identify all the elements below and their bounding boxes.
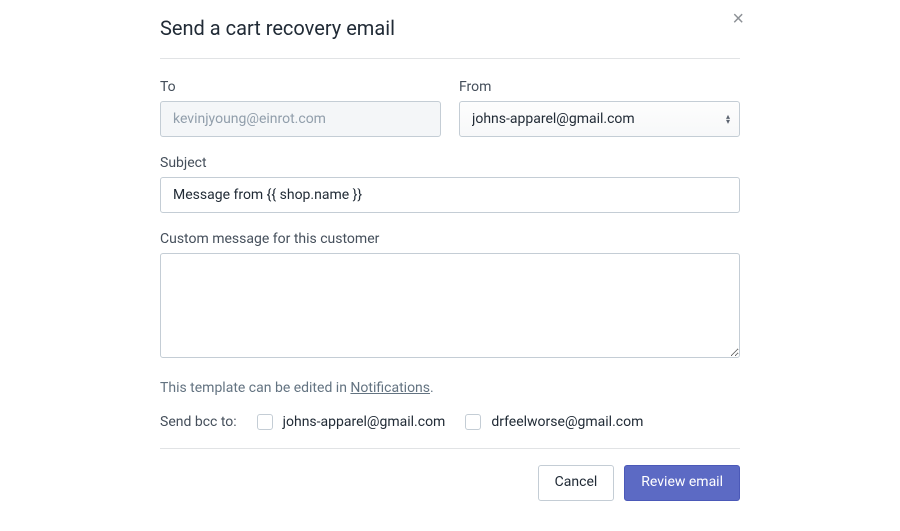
from-select[interactable]: johns-apparel@gmail.com bbox=[459, 101, 740, 137]
from-label: From bbox=[459, 79, 740, 95]
bcc-row: Send bcc to: johns-apparel@gmail.com drf… bbox=[160, 414, 740, 430]
bcc-lead-label: Send bcc to: bbox=[160, 414, 237, 430]
close-icon[interactable]: × bbox=[726, 8, 750, 30]
bcc-checkbox-2[interactable] bbox=[465, 414, 481, 430]
custom-message-label: Custom message for this customer bbox=[160, 231, 740, 247]
notifications-link[interactable]: Notifications bbox=[350, 380, 430, 396]
modal-title: Send a cart recovery email bbox=[160, 16, 395, 40]
bcc-option-label: johns-apparel@gmail.com bbox=[283, 414, 446, 430]
cancel-button[interactable]: Cancel bbox=[538, 465, 615, 500]
review-email-button[interactable]: Review email bbox=[624, 465, 740, 500]
bcc-checkbox-1[interactable] bbox=[257, 414, 273, 430]
template-note-prefix: This template can be edited in bbox=[160, 380, 350, 396]
subject-input[interactable] bbox=[160, 177, 740, 213]
to-input bbox=[160, 101, 441, 137]
custom-message-textarea[interactable] bbox=[160, 253, 740, 358]
template-note-suffix: . bbox=[430, 380, 434, 396]
template-note: This template can be edited in Notificat… bbox=[160, 380, 740, 396]
bcc-option-label: drfeelworse@gmail.com bbox=[491, 414, 643, 430]
subject-label: Subject bbox=[160, 155, 740, 171]
to-label: To bbox=[160, 79, 441, 95]
modal-body: To From johns-apparel@gmail.com ▴▾ Subje… bbox=[160, 59, 740, 449]
cart-recovery-email-modal: Send a cart recovery email × To From joh… bbox=[0, 0, 900, 521]
bcc-option: drfeelworse@gmail.com bbox=[465, 414, 643, 430]
modal-footer: Cancel Review email bbox=[160, 449, 740, 500]
modal-header: Send a cart recovery email × bbox=[160, 0, 740, 59]
bcc-option: johns-apparel@gmail.com bbox=[257, 414, 446, 430]
